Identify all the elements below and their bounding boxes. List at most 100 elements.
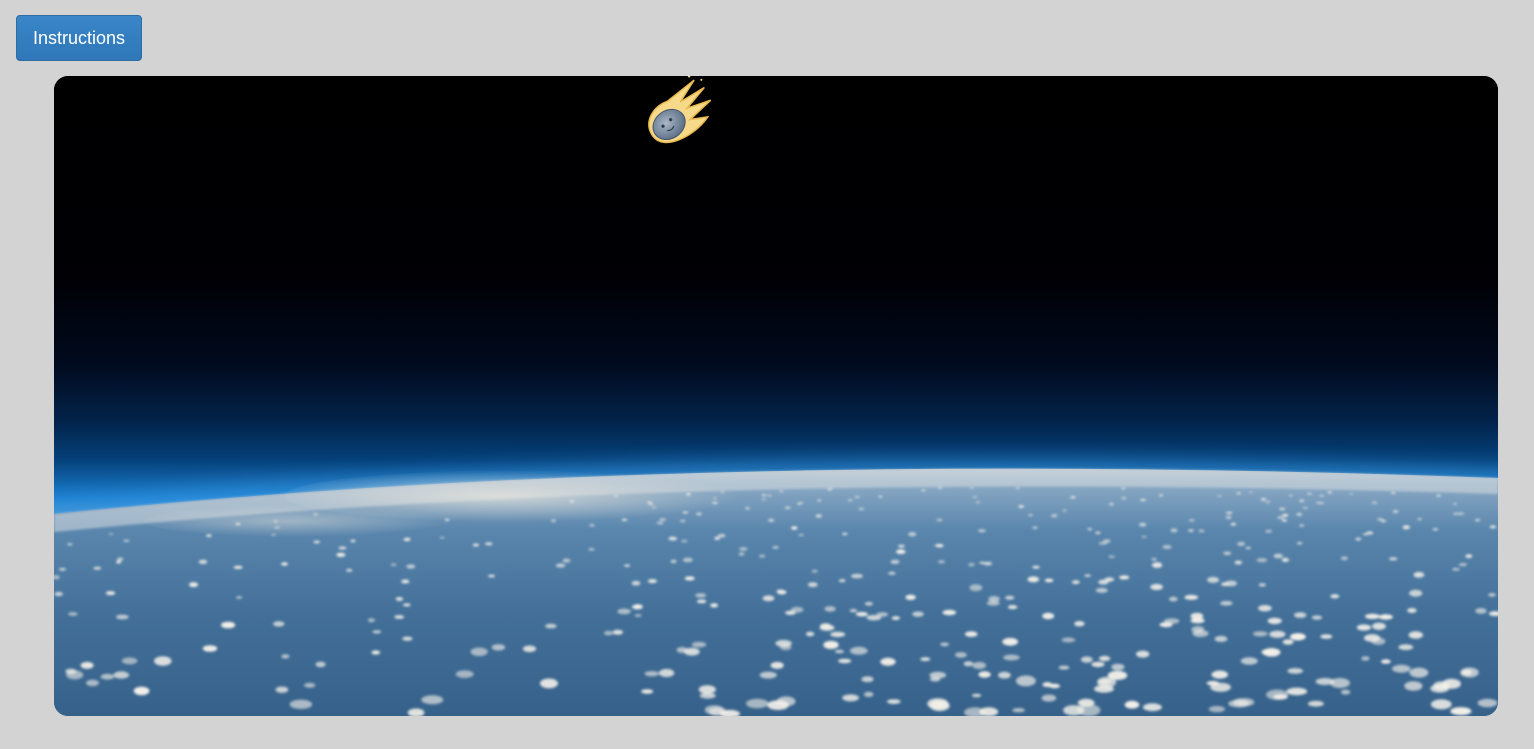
game-canvas[interactable] [54,76,1498,716]
cloud [1044,578,1054,583]
cloud [681,539,688,543]
cloud [767,494,772,497]
cloud [799,501,804,504]
cloud [1281,518,1288,522]
cloud [336,552,346,557]
cloud [313,513,318,516]
cloud [367,618,375,623]
cloud [1281,557,1290,562]
cloud [1266,689,1289,700]
cloud [714,536,720,540]
cloud [621,518,628,521]
cloud [470,647,488,657]
cloud [770,661,784,669]
cloud [823,640,839,650]
cloud [1124,700,1140,709]
cloud [1214,635,1228,643]
cloud [1287,668,1304,674]
cloud [1282,514,1289,517]
cloud [569,499,575,503]
cloud [842,694,859,702]
cloud [1458,563,1468,567]
cloud [236,596,243,599]
cloud [68,612,78,616]
cloud [1048,683,1061,689]
cloud [1452,567,1460,571]
cloud [1296,512,1303,516]
cloud [1094,685,1114,693]
cloud [656,521,664,525]
cloud [1371,501,1378,504]
cloud [121,657,138,665]
cloud [920,657,931,662]
cloud [315,661,326,668]
cloud [1016,487,1020,489]
cloud [684,576,695,581]
cloud [896,549,906,554]
instructions-button[interactable]: Instructions [16,15,142,61]
cloud [1220,601,1233,606]
cloud [206,534,212,537]
cloud [455,670,474,678]
cloud [1277,516,1284,519]
cloud [350,539,356,543]
cloud [827,489,832,491]
cloud [403,603,411,607]
cloud [115,560,122,564]
cloud [394,615,405,619]
cloud [1192,630,1209,637]
cloud [811,569,818,573]
cloud [963,661,974,667]
cloud [202,645,218,652]
cloud [1252,631,1268,637]
cloud [617,608,631,615]
cloud [761,494,767,497]
cloud [1404,681,1423,691]
cloud [644,671,659,677]
cloud [233,565,243,569]
cloud [815,514,822,518]
cloud [1327,491,1332,494]
cloud [691,641,707,648]
cloud [1051,514,1058,518]
cloud [402,636,413,641]
cloud [854,496,860,498]
cloud [154,656,172,666]
cloud [979,561,986,564]
cloud [1091,661,1105,668]
cloud [698,685,716,694]
cloud [115,614,129,620]
cloud [1392,510,1399,513]
cloud [720,491,725,493]
cloud [830,631,846,638]
cloud [1279,507,1286,511]
cloud [1260,498,1267,501]
cloud [1206,680,1220,686]
cloud [977,529,986,533]
cloud [100,673,115,680]
cloud [887,699,901,704]
cloud [545,623,557,629]
cloud [1015,675,1036,687]
cloud [972,496,978,498]
cloud [271,533,276,536]
cloud [838,579,846,583]
cloud [1430,699,1452,710]
cloud [976,501,980,503]
cloud [1245,546,1252,550]
cloud [1233,698,1255,707]
cloud [658,668,675,678]
cloud [668,536,677,541]
cloud [1315,501,1320,504]
cloud [713,497,717,500]
cloud [863,691,874,698]
cloud [439,536,445,539]
cloud [281,654,290,659]
cloud [1226,511,1233,515]
cloud [670,559,677,564]
cloud [395,597,404,601]
cloud [888,571,896,575]
cloud [1170,528,1178,533]
cloud [1198,529,1205,533]
cloud [390,563,397,566]
